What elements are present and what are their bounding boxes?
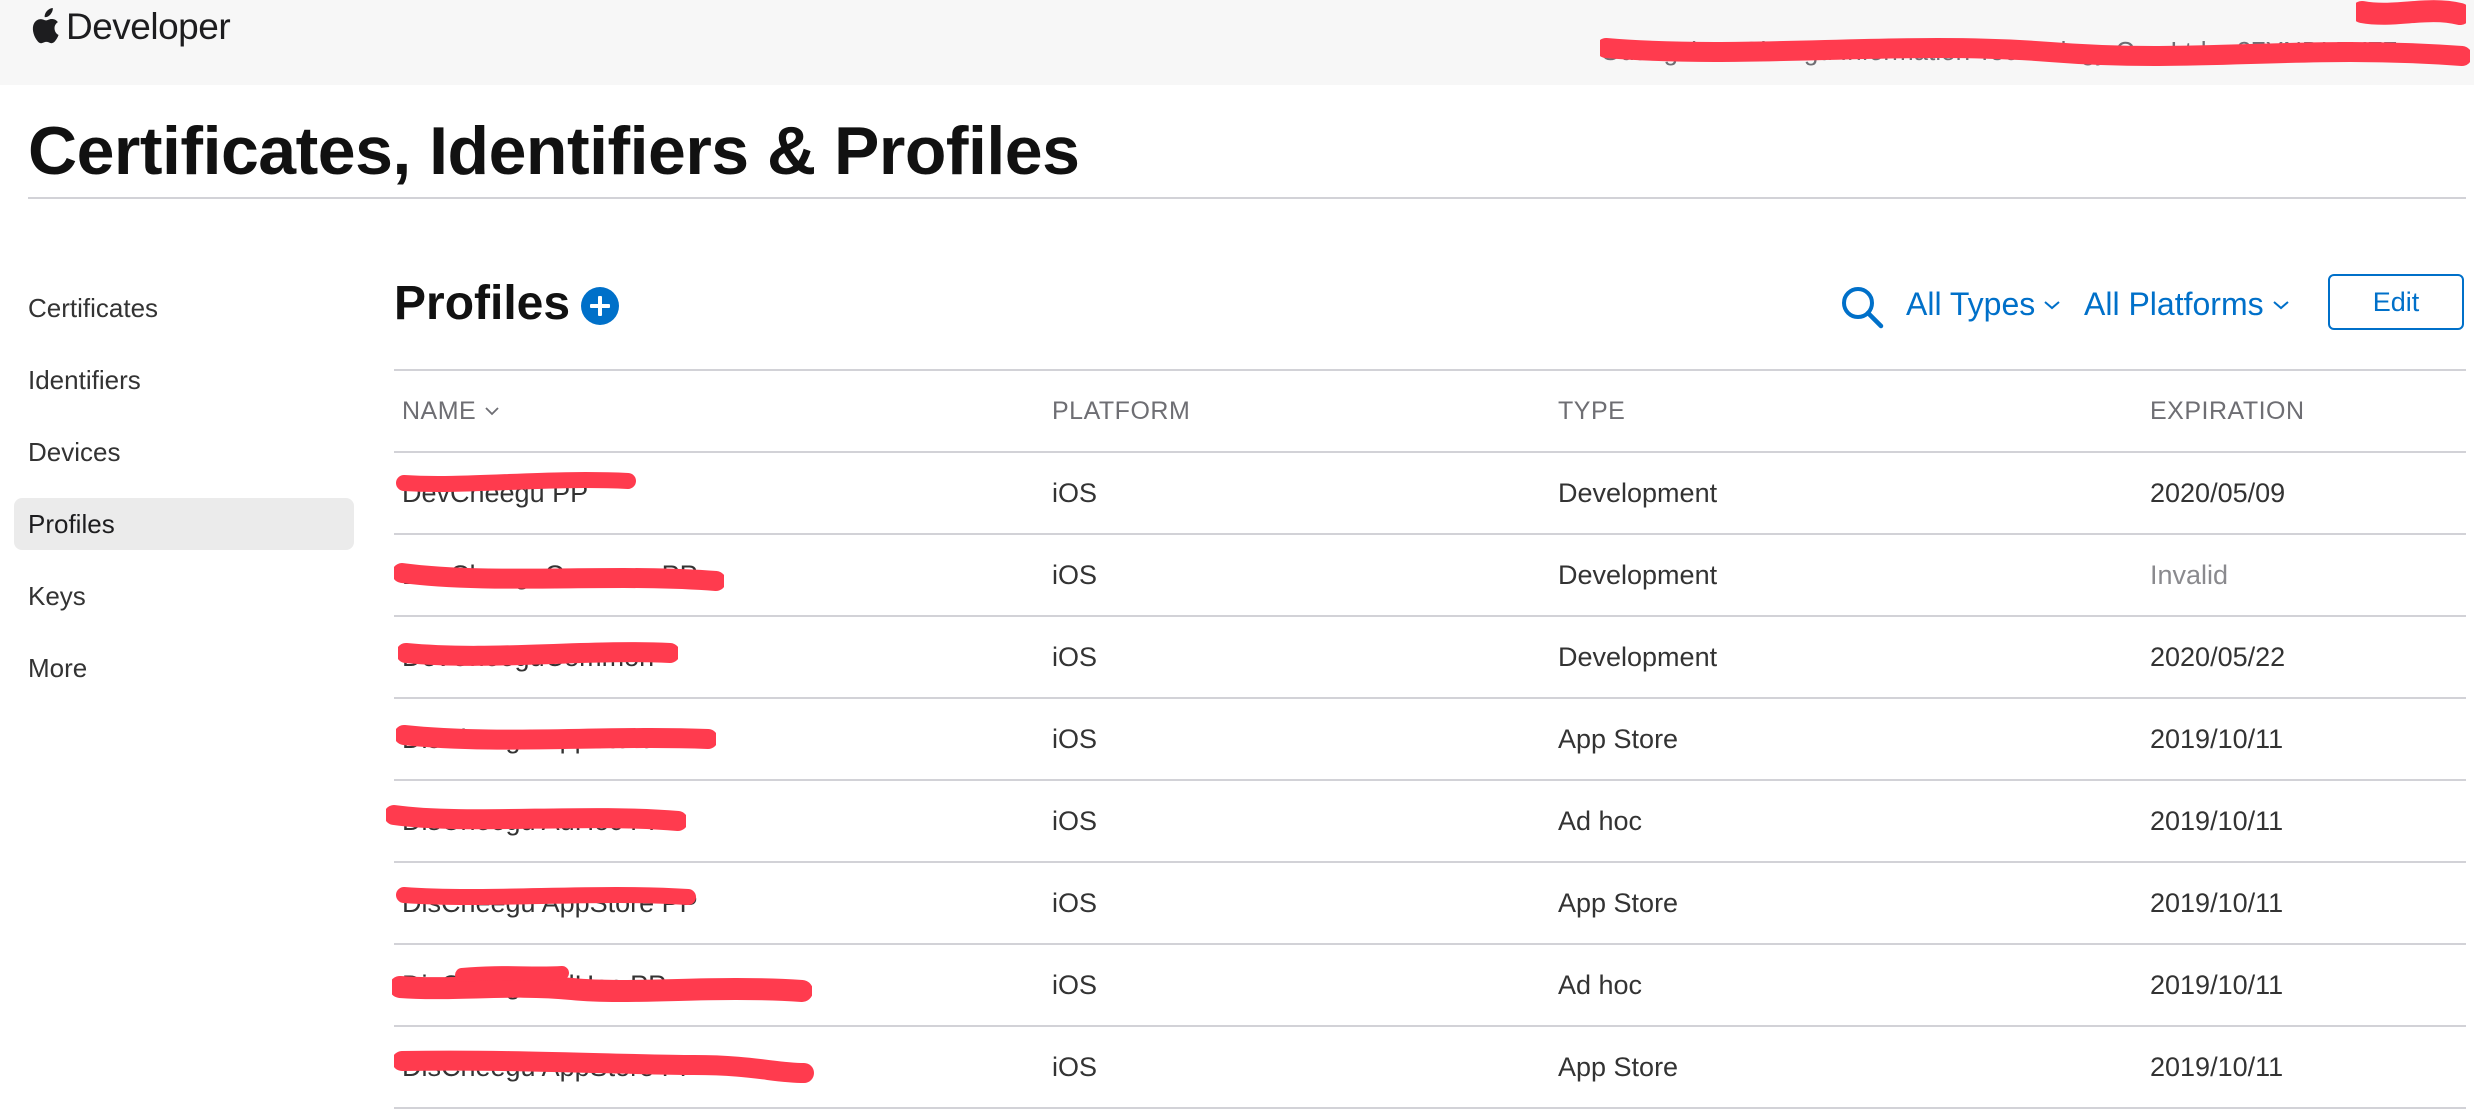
sidebar-item-devices[interactable]: Devices	[14, 426, 354, 478]
sidebar-item-keys[interactable]: Keys	[14, 570, 354, 622]
search-icon[interactable]	[1839, 284, 1885, 330]
profile-type: App Store	[1558, 888, 1679, 918]
sidebar-item-more[interactable]: More	[14, 642, 354, 694]
sidebar-nav: Certificates Identifiers Devices Profile…	[14, 282, 354, 714]
profile-expiration: 2019/10/11	[2150, 1052, 2284, 1082]
apple-logo-icon	[32, 8, 59, 44]
all-platforms-filter[interactable]: All Platforms	[2084, 286, 2290, 323]
table-row[interactable]: DisCheegu AppStore PP iOS App Store 2019…	[394, 863, 2466, 945]
all-types-label: All Types	[1906, 286, 2036, 322]
profile-name[interactable]: DisCheegu AdHoc PP	[402, 781, 1002, 861]
profile-name[interactable]: DisCheegu AppStore PP	[402, 1027, 1002, 1107]
profile-expiration: Invalid	[2150, 560, 2229, 590]
edit-button[interactable]: Edit	[2328, 274, 2464, 330]
top-bar: Developer Guangzhou Cheegu Information T…	[0, 0, 2474, 85]
profile-expiration: 2020/05/09	[2150, 478, 2286, 508]
profile-expiration: 2019/10/11	[2150, 970, 2284, 1000]
chevron-down-icon	[485, 407, 499, 416]
profile-platform: iOS	[1052, 560, 1098, 590]
profile-name[interactable]: DisCheegu AdHoc PP	[402, 945, 1002, 1025]
sidebar-item-profiles[interactable]: Profiles	[14, 498, 354, 550]
profile-type: Ad hoc	[1558, 970, 1643, 1000]
profile-platform: iOS	[1052, 806, 1098, 836]
profile-expiration: 2019/10/11	[2150, 888, 2284, 918]
chevron-down-icon	[2044, 300, 2060, 309]
table-header: NAME PLATFORM TYPE EXPIRATION	[394, 371, 2466, 453]
column-header-name-label: NAME	[402, 397, 477, 425]
table-row[interactable]: DevCheegu PP iOS Development 2020/05/09	[394, 453, 2466, 535]
plus-circle-icon[interactable]	[580, 286, 620, 326]
profile-name[interactable]: DisCheegu AppStore PP	[402, 699, 1002, 779]
profile-platform: iOS	[1052, 724, 1098, 754]
profile-type: Ad hoc	[1558, 806, 1643, 836]
profile-expiration: 2019/10/11	[2150, 806, 2284, 836]
column-header-expiration: EXPIRATION	[2150, 397, 2305, 425]
profile-type: App Store	[1558, 724, 1679, 754]
title-divider	[28, 197, 2466, 199]
all-platforms-label: All Platforms	[2084, 286, 2264, 322]
profile-type: Development	[1558, 642, 1718, 672]
profiles-section: Profiles All Types All Platforms Edit NA…	[386, 262, 2466, 1109]
profile-expiration: 2020/05/22	[2150, 642, 2286, 672]
table-row[interactable]: DisCheegu AppStore PP iOS App Store 2019…	[394, 1027, 2466, 1109]
table-row[interactable]: DevCheeguCommon PP iOS Development Inval…	[394, 535, 2466, 617]
profile-name[interactable]: DevCheeguCommon	[402, 617, 1002, 697]
column-header-type: TYPE	[1558, 397, 1626, 425]
table-row[interactable]: DisCheegu AppStore PP iOS App Store 2019…	[394, 699, 2466, 781]
profile-platform: iOS	[1052, 888, 1098, 918]
table-row[interactable]: DevCheeguCommon iOS Development 2020/05/…	[394, 617, 2466, 699]
profile-platform: iOS	[1052, 970, 1098, 1000]
table-row[interactable]: DisCheegu AdHoc PP iOS Ad hoc 2019/10/11	[392, 945, 2466, 1027]
table-row[interactable]: DisCheegu AdHoc PP iOS Ad hoc 2019/10/11	[386, 781, 2466, 863]
account-team-name: Guangzhou Cheegu Information Technology …	[1600, 36, 2398, 66]
profile-name[interactable]: DisCheegu AppStore PP	[402, 863, 1002, 943]
profile-name[interactable]: DevCheegu PP	[402, 453, 1002, 533]
profile-name[interactable]: DevCheeguCommon PP	[402, 535, 1002, 615]
chevron-down-icon	[2272, 300, 2289, 309]
brand-label: Developer	[66, 6, 231, 47]
profile-type: App Store	[1558, 1052, 1679, 1082]
developer-brand[interactable]: Developer	[28, 6, 231, 48]
page-title: Certificates, Identifiers & Profiles	[28, 113, 1080, 189]
profile-platform: iOS	[1052, 1052, 1098, 1082]
sidebar-item-certificates[interactable]: Certificates	[14, 282, 354, 334]
section-title: Profiles	[394, 277, 571, 330]
sidebar-item-identifiers[interactable]: Identifiers	[14, 354, 354, 406]
profiles-table-body: DevCheegu PP iOS Development 2020/05/09 …	[386, 453, 2466, 1109]
redaction-mark	[2356, 0, 2466, 25]
profile-platform: iOS	[1052, 478, 1098, 508]
column-header-name[interactable]: NAME	[402, 371, 500, 451]
column-header-platform: PLATFORM	[1052, 397, 1191, 425]
all-types-filter[interactable]: All Types	[1906, 286, 2061, 323]
profile-type: Development	[1558, 478, 1718, 508]
profile-platform: iOS	[1052, 642, 1098, 672]
profile-expiration: 2019/10/11	[2150, 724, 2284, 754]
section-header: Profiles All Types All Platforms Edit	[394, 262, 2466, 352]
profile-type: Development	[1558, 560, 1718, 590]
